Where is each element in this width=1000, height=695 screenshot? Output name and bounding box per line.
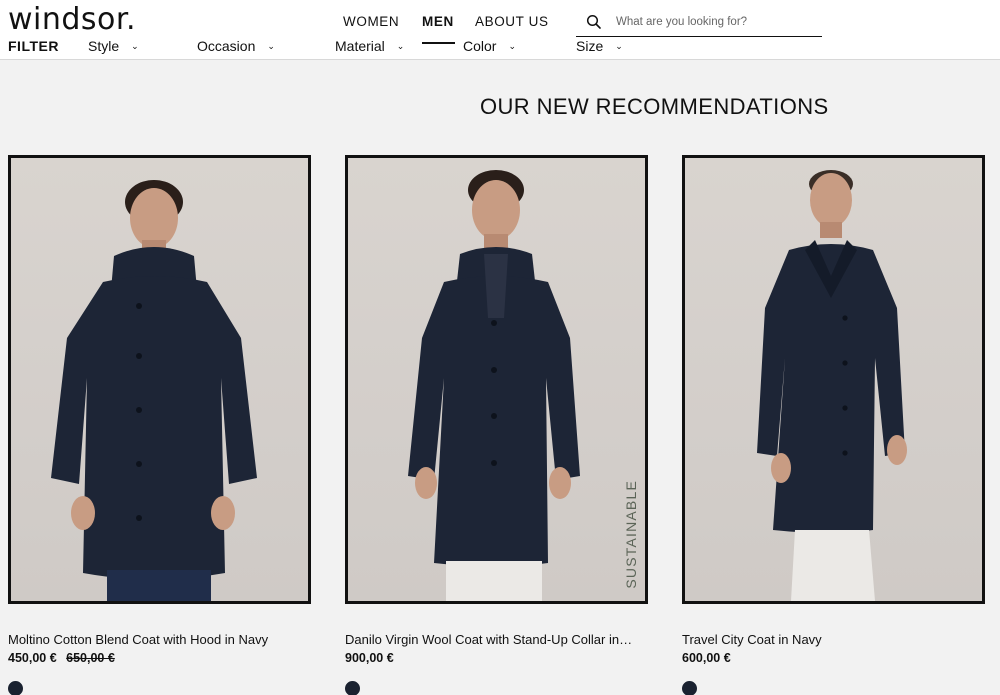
product-card[interactable]: Travel City Coat in Navy 600,00 € <box>682 155 985 695</box>
color-swatch[interactable] <box>345 681 360 695</box>
product-name[interactable]: Danilo Virgin Wool Coat with Stand-Up Co… <box>345 632 645 647</box>
nav-men[interactable]: MEN <box>422 14 454 29</box>
chevron-down-icon: ⌄ <box>267 40 275 51</box>
product-old-price: 650,00 € <box>66 651 115 665</box>
chevron-down-icon: ⌄ <box>615 40 623 51</box>
filter-size-dropdown[interactable]: Size ⌄ <box>576 38 623 54</box>
nav-about-us[interactable]: ABOUT US <box>475 14 549 29</box>
nav-women[interactable]: WOMEN <box>343 14 399 29</box>
filter-toggle[interactable]: FILTER <box>8 38 59 54</box>
product-price: 900,00 € <box>345 651 394 665</box>
filter-material-label: Material <box>335 38 385 54</box>
product-name[interactable]: Travel City Coat in Navy <box>682 632 982 647</box>
product-card[interactable]: Moltino Cotton Blend Coat with Hood in N… <box>8 155 311 695</box>
search-icon[interactable] <box>586 14 602 30</box>
product-card[interactable]: SUSTAINABLE Danilo Virgin Wool Coat with… <box>345 155 648 695</box>
site-header: windsor. WOMEN MEN ABOUT US FILTER Style… <box>0 0 1000 60</box>
windsor-logo[interactable]: windsor. <box>8 2 136 37</box>
filter-color-dropdown[interactable]: Color ⌄ <box>463 38 516 54</box>
chevron-down-icon: ⌄ <box>131 40 139 51</box>
color-swatch[interactable] <box>8 681 23 695</box>
price-row: 600,00 € <box>682 651 985 665</box>
filter-occasion-dropdown[interactable]: Occasion ⌄ <box>197 38 275 54</box>
filter-color-label: Color <box>463 38 497 54</box>
color-swatch[interactable] <box>682 681 697 695</box>
search-input[interactable] <box>616 13 816 31</box>
product-price: 600,00 € <box>682 651 731 665</box>
product-image[interactable]: SUSTAINABLE <box>345 155 648 604</box>
filter-size-label: Size <box>576 38 604 54</box>
search-bar[interactable] <box>576 8 822 37</box>
filter-label: FILTER <box>8 38 59 54</box>
product-name[interactable]: Moltino Cotton Blend Coat with Hood in N… <box>8 632 308 647</box>
sustainable-badge: SUSTAINABLE <box>623 480 639 589</box>
product-price: 450,00 € <box>8 651 57 665</box>
filter-material-dropdown[interactable]: Material ⌄ <box>335 38 404 54</box>
product-image[interactable] <box>682 155 985 604</box>
section-title: OUR NEW RECOMMENDATIONS <box>480 94 829 119</box>
filter-occasion-label: Occasion <box>197 38 256 54</box>
product-image[interactable] <box>8 155 311 604</box>
price-row: 900,00 € <box>345 651 648 665</box>
filter-style-dropdown[interactable]: Style ⌄ <box>88 38 139 54</box>
filter-style-label: Style <box>88 38 120 54</box>
chevron-down-icon: ⌄ <box>396 40 405 51</box>
price-row: 450,00 € 650,00 € <box>8 651 311 665</box>
nav-men-active-underline <box>422 42 455 44</box>
chevron-down-icon: ⌄ <box>508 40 517 51</box>
